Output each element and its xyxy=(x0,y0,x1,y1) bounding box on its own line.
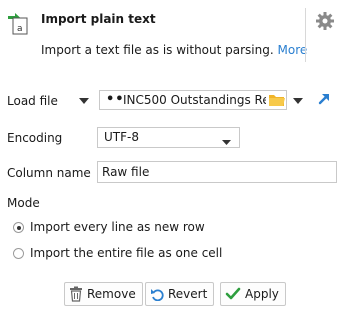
mode-option-every-line-label[interactable]: Import every line as new row xyxy=(30,220,205,234)
description-text: Import a text file as is without parsing… xyxy=(41,43,274,57)
svg-text:a: a xyxy=(17,24,23,34)
column-name-value: Raw file xyxy=(102,165,150,179)
trash-icon xyxy=(70,286,82,302)
mode-option-one-cell-label[interactable]: Import the entire file as one cell xyxy=(30,246,222,260)
mode-label: Mode xyxy=(7,196,40,210)
file-options-chevron-icon[interactable] xyxy=(292,95,304,105)
file-path-dots: •• xyxy=(106,92,125,107)
column-name-input[interactable]: Raw file xyxy=(97,161,337,183)
revert-button[interactable]: Revert xyxy=(145,282,215,306)
folder-icon[interactable] xyxy=(268,93,286,107)
file-path-value: INC500 Outstandings Repo xyxy=(123,93,266,107)
open-external-arrow-icon[interactable] xyxy=(316,91,332,107)
encoding-label: Encoding xyxy=(7,131,63,145)
encoding-value: UTF-8 xyxy=(104,130,139,144)
encoding-select[interactable]: UTF-8 xyxy=(97,127,240,148)
remove-button[interactable]: Remove xyxy=(64,282,143,306)
import-text-file-icon: a xyxy=(6,7,30,35)
column-name-label: Column name xyxy=(7,166,91,180)
more-link[interactable]: More xyxy=(278,43,308,57)
apply-button-label: Apply xyxy=(245,287,279,301)
load-file-label: Load file xyxy=(7,94,58,108)
chevron-down-icon xyxy=(222,135,231,145)
page-title: Import plain text xyxy=(41,12,156,26)
description: Import a text file as is without parsing… xyxy=(41,43,307,57)
header-divider xyxy=(305,8,306,62)
apply-button[interactable]: Apply xyxy=(220,282,286,306)
file-path-field[interactable]: •• INC500 Outstandings Repo xyxy=(99,90,287,110)
revert-button-label: Revert xyxy=(168,287,208,301)
check-icon xyxy=(225,287,241,300)
gear-icon[interactable] xyxy=(315,11,335,31)
chevron-down-icon[interactable] xyxy=(78,95,90,105)
mode-radio-one-cell[interactable] xyxy=(13,248,24,259)
remove-button-label: Remove xyxy=(87,287,136,301)
mode-radio-every-line[interactable] xyxy=(13,222,24,233)
undo-icon xyxy=(151,289,164,301)
